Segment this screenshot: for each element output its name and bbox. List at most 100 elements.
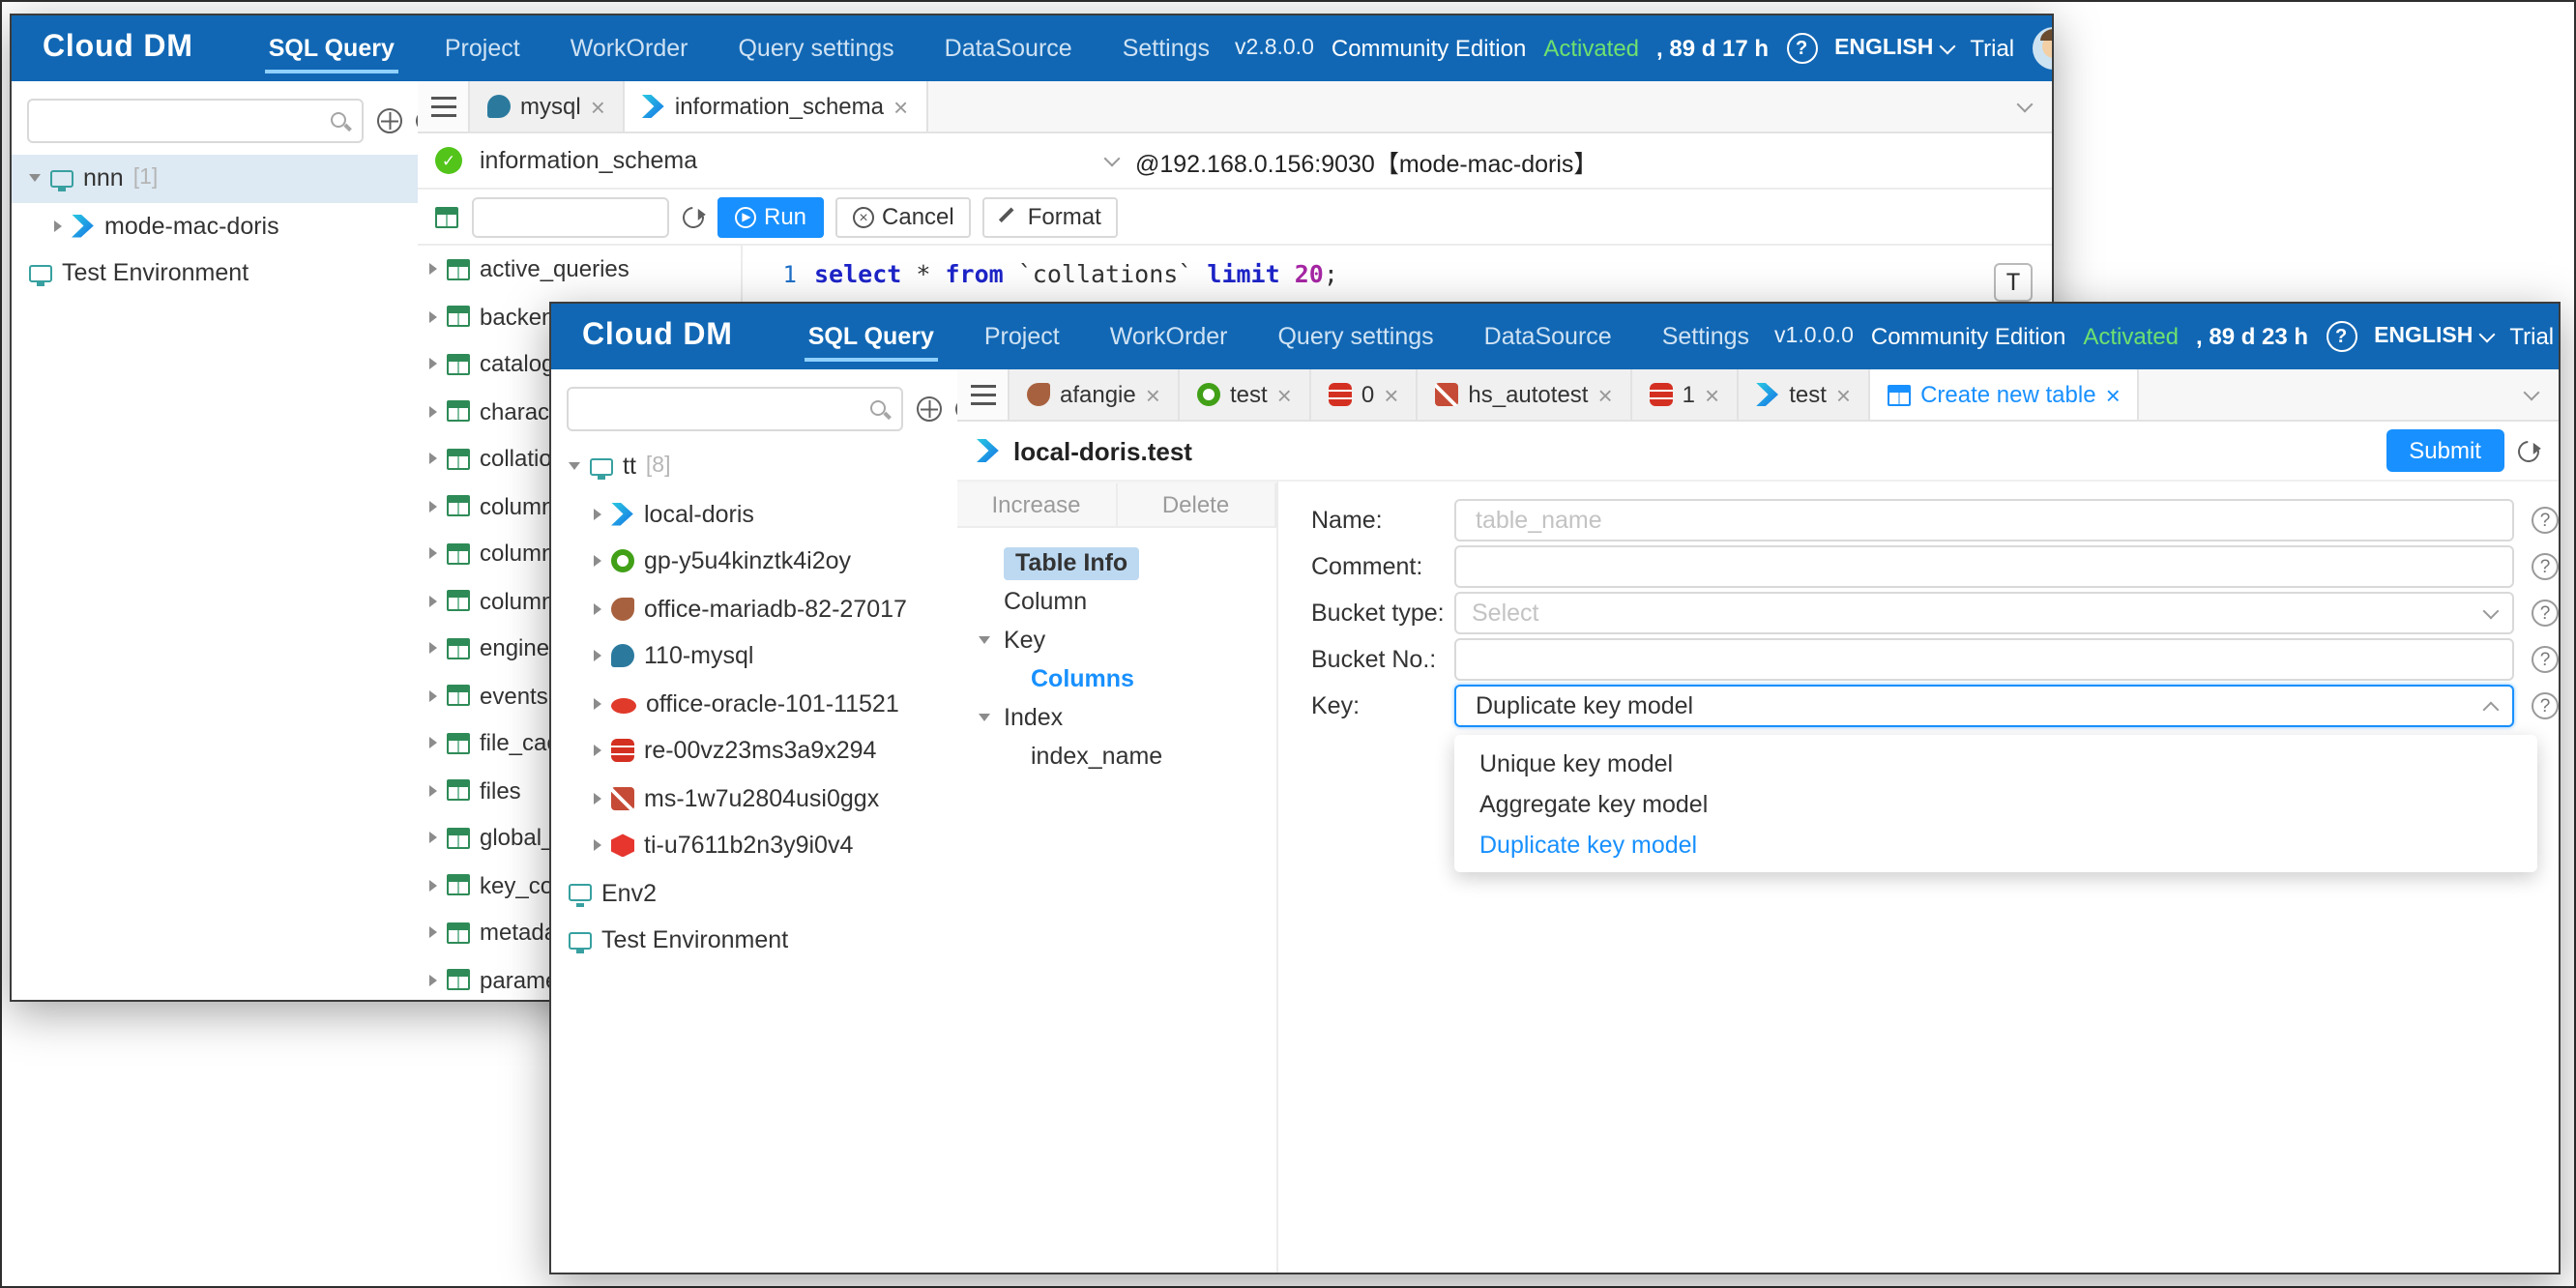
help-icon[interactable] (2532, 600, 2559, 627)
refresh-icon[interactable] (679, 202, 709, 232)
search-input[interactable] (39, 107, 321, 134)
caret-right-icon[interactable] (594, 698, 601, 710)
tree-item-test-environment[interactable]: Test Environment (551, 917, 957, 964)
bucket-type-select[interactable]: Select (1454, 592, 2514, 634)
caret-right-icon[interactable] (429, 548, 437, 560)
database-select[interactable]: information_schema (480, 147, 1118, 174)
refresh-icon[interactable] (2514, 436, 2544, 466)
tab-create-new-table[interactable]: Create new table (1870, 369, 2140, 420)
close-icon[interactable] (2106, 382, 2121, 407)
help-icon[interactable] (2532, 646, 2559, 673)
tab-overflow-button[interactable] (2504, 369, 2559, 420)
panel-item-table-info[interactable]: Table Info (957, 543, 1276, 582)
tree-item-test-environment[interactable]: Test Environment (12, 249, 418, 297)
nav-sql-query[interactable]: SQL Query (783, 304, 959, 369)
help-icon[interactable] (2326, 321, 2356, 352)
delete-button[interactable]: Delete (1117, 483, 1276, 526)
option-unique-key[interactable]: Unique key model (1454, 743, 2537, 783)
caret-right-icon[interactable] (429, 406, 437, 418)
help-icon[interactable] (2532, 507, 2559, 534)
nav-project[interactable]: Project (420, 15, 545, 81)
close-icon[interactable] (1705, 382, 1719, 407)
tab-information-schema[interactable]: information_schema (625, 81, 927, 132)
panel-item-columns[interactable]: Columns (957, 659, 1276, 698)
tab-1[interactable]: 1 (1632, 369, 1740, 420)
nav-sql-query[interactable]: SQL Query (244, 15, 420, 81)
caret-right-icon[interactable] (594, 651, 601, 662)
avatar[interactable] (2032, 27, 2054, 70)
nav-query-settings[interactable]: Query settings (713, 15, 919, 81)
close-icon[interactable] (1836, 382, 1851, 407)
caret-right-icon[interactable] (429, 927, 437, 939)
history-icon[interactable] (435, 206, 458, 227)
help-icon[interactable] (2532, 553, 2559, 580)
nav-project[interactable]: Project (959, 304, 1085, 369)
search-input[interactable] (578, 395, 861, 423)
tab-test-doris[interactable]: test (1739, 369, 1870, 420)
tree-item-mode-mac-doris[interactable]: mode-mac-doris (12, 202, 418, 249)
caret-right-icon[interactable] (594, 509, 601, 520)
close-icon[interactable] (1384, 382, 1398, 407)
tree-item-redis[interactable]: re-00vz23ms3a9x294 (551, 727, 957, 775)
tab-mysql[interactable]: mysql (470, 81, 625, 132)
tab-test-green[interactable]: test (1180, 369, 1311, 420)
tree-item-tt[interactable]: tt [8] (551, 443, 957, 490)
caret-right-icon[interactable] (594, 556, 601, 568)
caret-right-icon[interactable] (429, 833, 437, 844)
close-icon[interactable] (1146, 382, 1160, 407)
nav-settings[interactable]: Settings (1098, 15, 1235, 81)
caret-right-icon[interactable] (429, 785, 437, 797)
tree-item-mariadb[interactable]: office-mariadb-82-27017 (551, 585, 957, 632)
run-button[interactable]: Run (717, 196, 824, 237)
nav-datasource[interactable]: DataSource (920, 15, 1098, 81)
tree-item-tidb[interactable]: ti-u7611b2n3y9i0v4 (551, 822, 957, 869)
panel-item-index-name[interactable]: index_name (957, 737, 1276, 776)
caret-right-icon[interactable] (594, 746, 601, 757)
close-icon[interactable] (893, 94, 908, 119)
caret-right-icon[interactable] (594, 840, 601, 852)
panel-item-key[interactable]: Key (957, 621, 1276, 659)
caret-right-icon[interactable] (429, 596, 437, 607)
tab-list-button[interactable] (418, 81, 470, 132)
locate-icon[interactable] (377, 108, 402, 133)
tab-list-button[interactable] (957, 369, 1010, 420)
cancel-button[interactable]: Cancel (835, 196, 972, 237)
increase-button[interactable]: Increase (957, 483, 1117, 526)
caret-right-icon[interactable] (429, 454, 437, 465)
tab-0[interactable]: 0 (1311, 369, 1419, 420)
tree-item-mysql[interactable]: 110-mysql (551, 632, 957, 680)
format-button[interactable]: Format (983, 196, 1119, 237)
key-input[interactable] (1472, 690, 2474, 721)
caret-right-icon[interactable] (429, 501, 437, 512)
tree-item-greenplum[interactable]: gp-y5u4kinztk4i2oy (551, 538, 957, 585)
caret-right-icon[interactable] (429, 738, 437, 749)
caret-right-icon[interactable] (594, 793, 601, 805)
tab-overflow-button[interactable] (1998, 81, 2052, 132)
tree-item-mssql[interactable]: ms-1w7u2804usi0ggx (551, 775, 957, 822)
nav-settings[interactable]: Settings (1637, 304, 1774, 369)
bucket-no-input[interactable] (1472, 644, 2497, 675)
close-icon[interactable] (1277, 382, 1292, 407)
caret-right-icon[interactable] (429, 359, 437, 370)
submit-button[interactable]: Submit (2386, 429, 2504, 472)
caret-right-icon[interactable] (54, 220, 62, 232)
nav-workorder[interactable]: WorkOrder (1085, 304, 1253, 369)
table-item[interactable]: active_queries (418, 246, 741, 293)
help-icon[interactable] (2532, 692, 2559, 719)
tree-item-nnn[interactable]: nnn [1] (12, 155, 418, 202)
tree-item-env2[interactable]: Env2 (551, 869, 957, 917)
caret-right-icon[interactable] (429, 690, 437, 702)
caret-right-icon[interactable] (429, 264, 437, 276)
trial-label[interactable]: Trial (2509, 323, 2554, 350)
limit-input[interactable] (472, 196, 669, 237)
caret-right-icon[interactable] (429, 880, 437, 892)
tab-hs-autotest[interactable]: hs_autotest (1418, 369, 1631, 420)
help-icon[interactable] (1786, 33, 1817, 64)
panel-item-index[interactable]: Index (957, 698, 1276, 737)
key-select[interactable] (1454, 685, 2514, 727)
caret-down-icon[interactable] (979, 636, 990, 644)
tree-item-local-doris[interactable]: local-doris (551, 490, 957, 538)
caret-down-icon[interactable] (569, 463, 580, 471)
caret-down-icon[interactable] (29, 175, 41, 183)
locate-icon[interactable] (917, 396, 942, 422)
